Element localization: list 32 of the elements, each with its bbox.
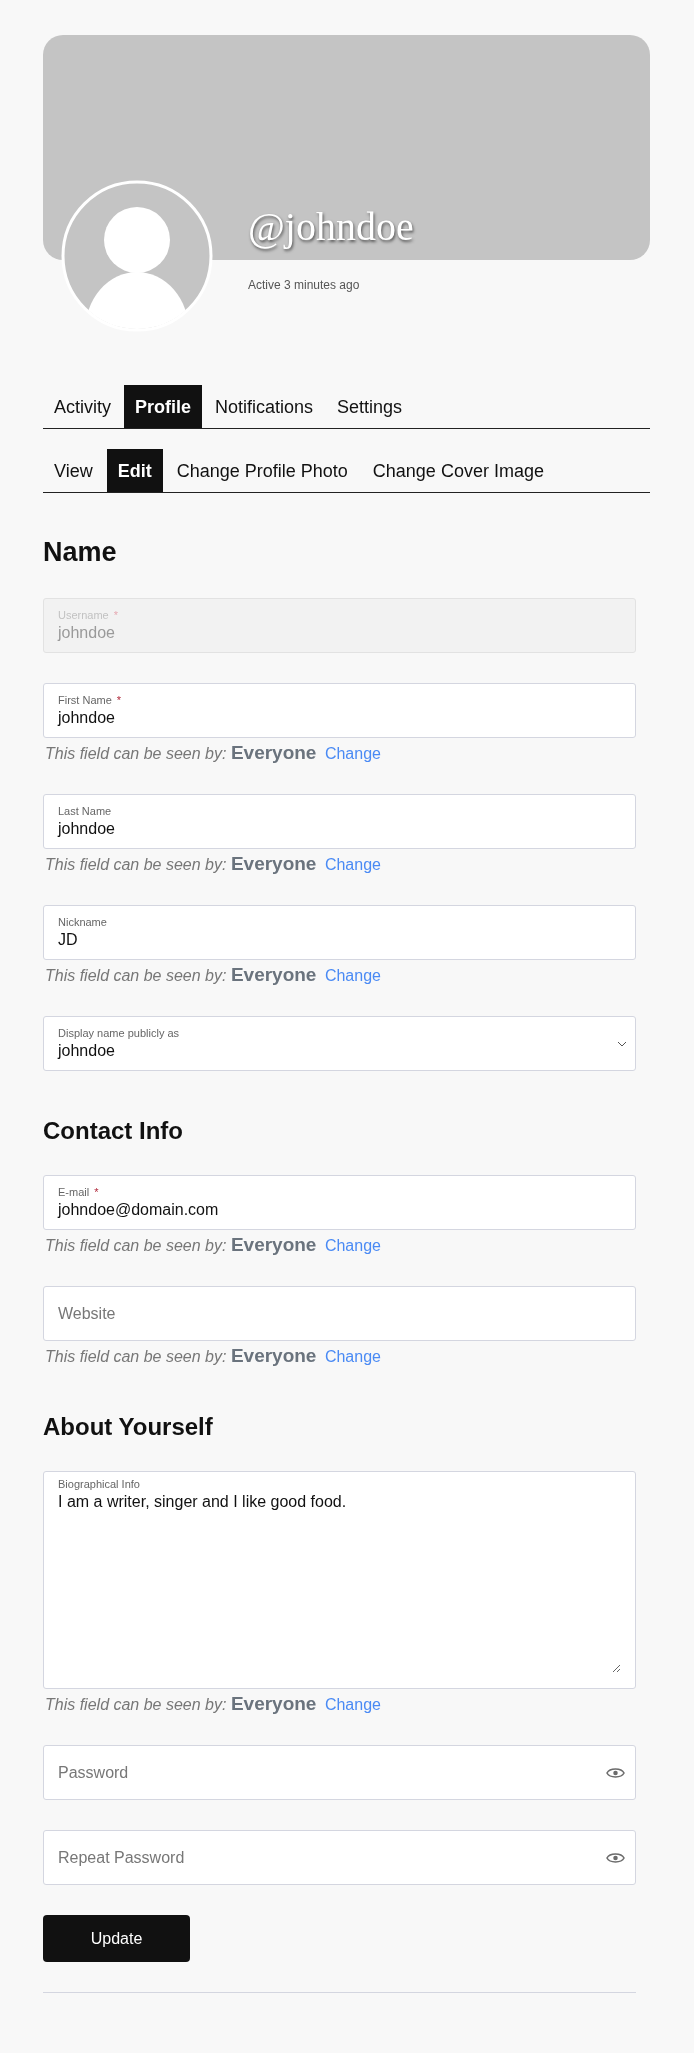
password-field[interactable]: Repeat Password xyxy=(43,1830,636,1885)
text-field[interactable]: E-mail * johndoe@domain.com xyxy=(43,1175,636,1230)
visibility-note: This field can be seen by: Everyone Change xyxy=(45,1234,382,1256)
visibility-note: This field can be seen by: Everyone Change xyxy=(45,1693,382,1715)
sub-tab[interactable]: Edit xyxy=(106,449,163,492)
nav-tab[interactable]: Settings xyxy=(326,385,414,428)
chevron-down-icon xyxy=(617,1041,627,1047)
sub-tab[interactable]: View xyxy=(43,449,104,492)
text-field[interactable]: Nickname JD xyxy=(43,905,636,960)
nav-tab[interactable]: Notifications xyxy=(204,385,325,428)
last-active-text: Active 3 minutes ago xyxy=(248,278,360,292)
visibility-note: This field can be seen by: Everyone Change xyxy=(45,742,382,764)
password-field[interactable]: Password xyxy=(43,1745,636,1800)
visibility-note: This field can be seen by: Everyone Change xyxy=(45,853,382,875)
section-heading: Name xyxy=(43,537,118,568)
username-heading: @johndoe xyxy=(248,203,414,250)
text-field[interactable]: First Name * johndoe xyxy=(43,683,636,738)
section-heading: Contact Info xyxy=(43,1117,184,1145)
textarea-field[interactable]: Biographical Info I am a writer, singer and I like good food. xyxy=(43,1471,636,1689)
visibility-note: This field can be seen by: Everyone Change xyxy=(45,1345,382,1367)
visibility-note: This field can be seen by: Everyone Change xyxy=(45,964,382,986)
nav-tab[interactable]: Profile xyxy=(124,385,203,428)
update-button[interactable]: Update xyxy=(43,1915,190,1962)
eye-icon[interactable] xyxy=(606,1766,625,1780)
text-field[interactable]: Last Name johndoe xyxy=(43,794,636,849)
sub-tab[interactable]: Change Cover Image xyxy=(361,449,555,492)
section-heading: About Yourself xyxy=(43,1413,214,1441)
text-field[interactable]: Website xyxy=(43,1286,636,1341)
sub-tab[interactable]: Change Profile Photo xyxy=(165,449,359,492)
select-field[interactable]: Display name publicly as johndoe xyxy=(43,1016,636,1071)
nav-tab[interactable]: Activity xyxy=(43,385,122,428)
eye-icon[interactable] xyxy=(606,1851,625,1865)
